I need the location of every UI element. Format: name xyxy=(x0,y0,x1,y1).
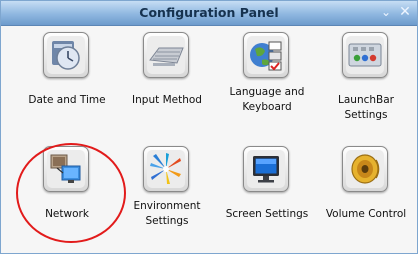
item-launchbar-settings[interactable]: LaunchBar Settings xyxy=(317,27,415,131)
minimize-icon[interactable]: ⌄ xyxy=(378,4,394,20)
item-label: Input Method xyxy=(132,94,202,106)
highlight-circle xyxy=(16,143,126,243)
configuration-panel-window: Configuration Panel ⌄ ✕ Date and Time In… xyxy=(0,0,418,254)
launchbar-icon xyxy=(342,32,388,78)
close-icon[interactable]: ✕ xyxy=(397,4,413,20)
item-screen-settings[interactable]: Screen Settings xyxy=(218,141,316,245)
item-environment-settings[interactable]: Environment Settings xyxy=(118,141,216,245)
item-label: Language and Keyboard xyxy=(229,86,305,113)
item-label: Volume Control xyxy=(325,208,407,220)
clock-icon xyxy=(43,32,89,78)
item-language-and-keyboard[interactable]: Language and Keyboard xyxy=(218,27,316,131)
window-title: Configuration Panel xyxy=(139,5,279,20)
item-date-and-time[interactable]: Date and Time xyxy=(18,27,116,131)
keyboard-icon xyxy=(143,32,189,78)
item-input-method[interactable]: Input Method xyxy=(118,27,216,131)
item-label: Screen Settings xyxy=(225,208,309,220)
item-label: Date and Time xyxy=(28,94,106,106)
item-label: Environment Settings xyxy=(133,200,201,227)
globe-flags-icon xyxy=(243,32,289,78)
speaker-icon xyxy=(342,146,388,192)
environment-icon xyxy=(143,146,189,192)
item-label: LaunchBar Settings xyxy=(338,94,394,121)
item-volume-control[interactable]: Volume Control xyxy=(317,141,415,245)
title-bar[interactable]: Configuration Panel ⌄ ✕ xyxy=(1,1,417,26)
monitor-icon xyxy=(243,146,289,192)
